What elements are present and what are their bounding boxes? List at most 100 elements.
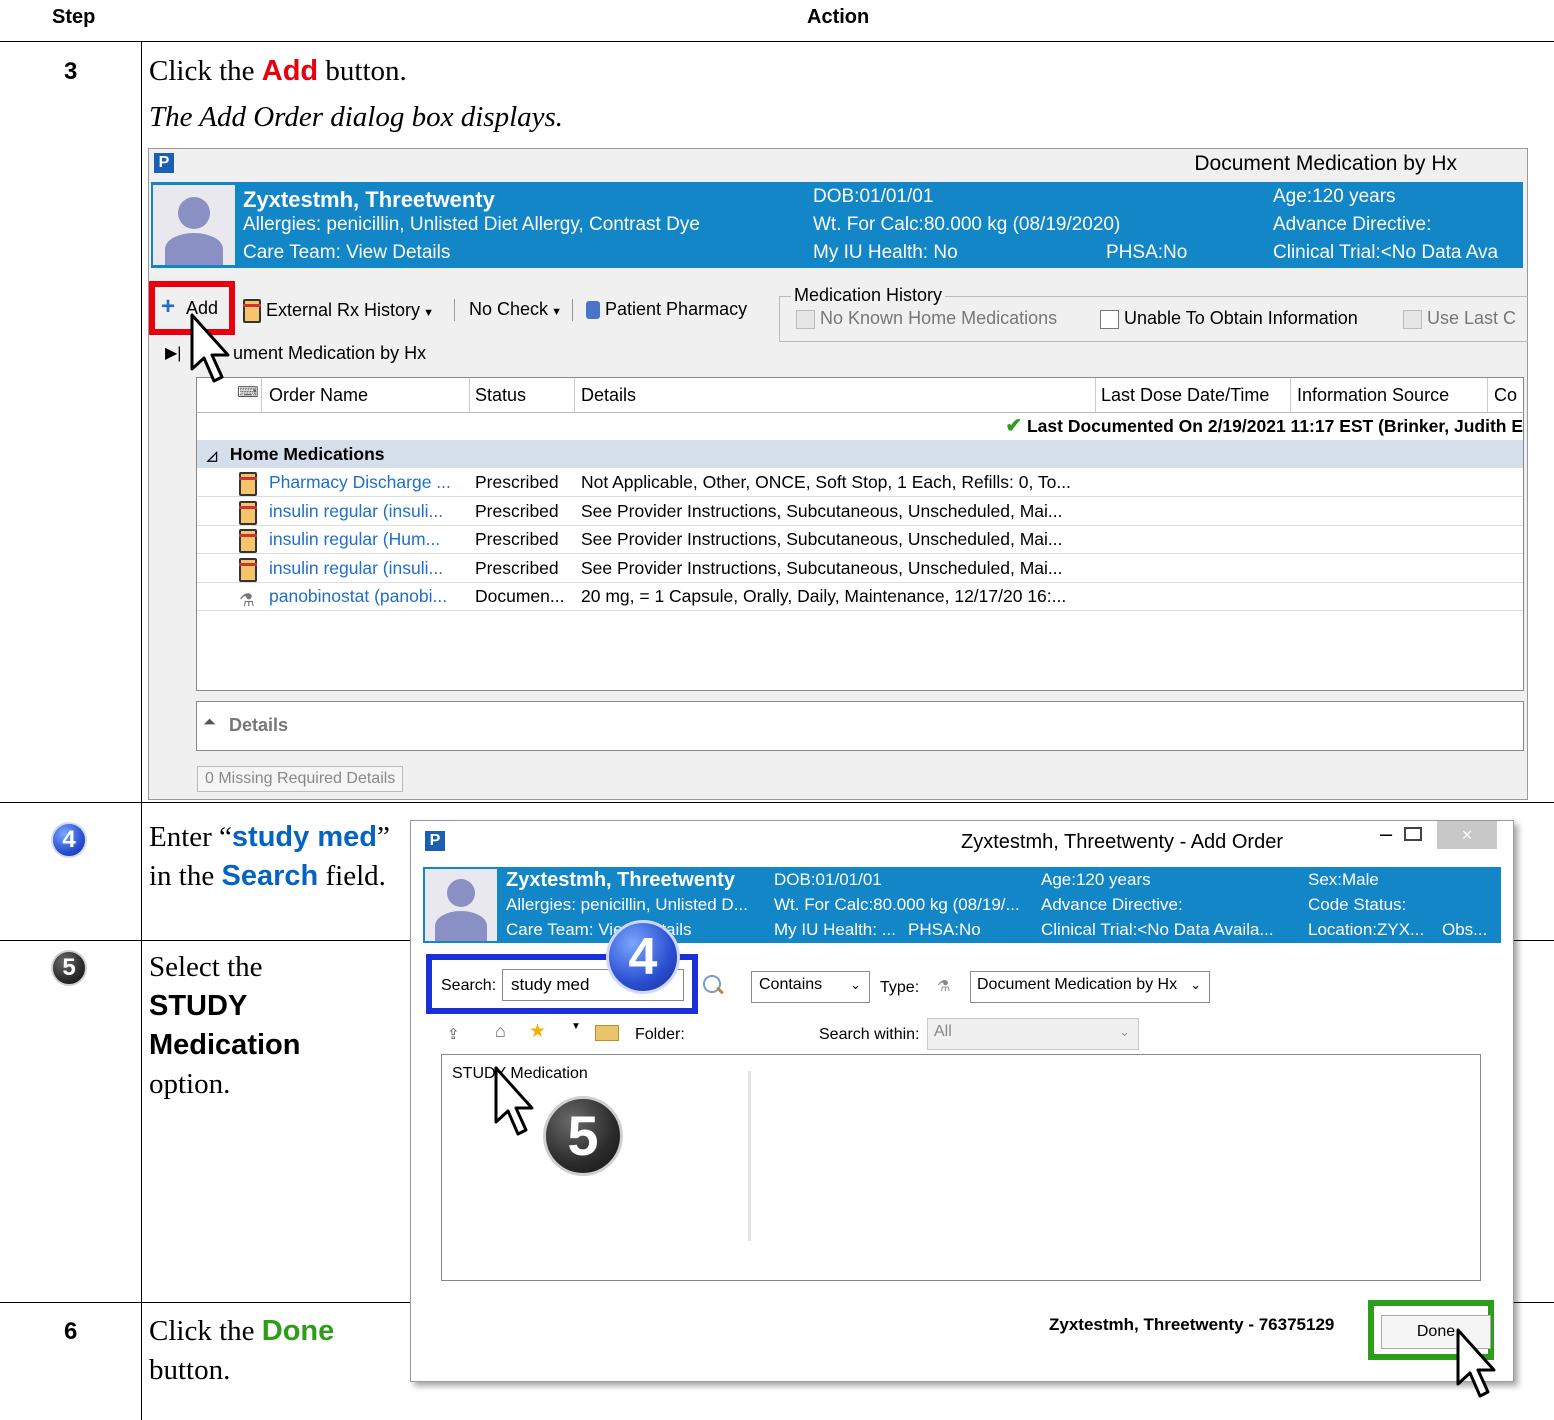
chevron-down-icon[interactable]: ▼ — [571, 1021, 581, 1032]
step-6-instruction: Click the Done button. — [149, 1312, 389, 1390]
patient-age: Age:120 years — [1041, 870, 1151, 889]
app-logo-icon: P — [154, 153, 174, 173]
patient-pharmacy-button[interactable]: Patient Pharmacy — [586, 299, 747, 320]
patient-allergies: Allergies: penicillin, Unlisted Diet All… — [243, 214, 700, 235]
medication-details: Not Applicable, Other, ONCE, Soft Stop, … — [581, 472, 1071, 492]
patient-sex: Sex:Male — [1308, 870, 1379, 889]
close-icon: × — [1461, 825, 1473, 845]
window-title: Document Medication by Hx — [1194, 152, 1457, 175]
medication-name[interactable]: panobinostat (panobi... — [269, 582, 447, 610]
checkbox-icon — [1403, 309, 1422, 329]
medication-status: Prescribed — [475, 472, 559, 492]
search-within-dropdown[interactable]: All ⌄ — [927, 1018, 1139, 1050]
minimize-button[interactable]: – — [1373, 823, 1399, 849]
pane-splitter[interactable] — [748, 1071, 751, 1241]
text: Select the — [149, 951, 263, 983]
text: field. — [318, 860, 386, 892]
patient-name: Zyxtestmh, Threetwenty — [506, 869, 735, 891]
prescription-icon — [239, 472, 257, 496]
patient-pharmacy-label: Patient Pharmacy — [605, 299, 748, 319]
medication-name[interactable]: insulin regular (Hum... — [269, 525, 440, 553]
screenshot-document-medication: P Document Medication by Hx Zyxtestmh, T… — [148, 148, 1528, 800]
patient-advance-directive: Advance Directive: — [1273, 214, 1432, 235]
table-rule — [0, 940, 410, 941]
no-check-button[interactable]: No Check ▼ — [469, 299, 562, 320]
patient-care-team[interactable]: Care Team: View Details — [243, 242, 450, 264]
no-known-home-meds-checkbox[interactable]: No Known Home Medications — [796, 308, 1057, 329]
medication-name[interactable]: insulin regular (insuli... — [269, 497, 443, 525]
use-last-label: Use Last C — [1427, 308, 1517, 328]
contains-value: Contains — [759, 976, 823, 993]
folder-icon[interactable] — [595, 1025, 619, 1041]
patient-clinical-trial: Clinical Trial:<No Data Ava — [1273, 242, 1499, 263]
table-row[interactable]: insulin regular (Hum... Prescribed See Pro… — [197, 525, 1523, 554]
collapse-triangle-icon: ◿ — [207, 448, 217, 463]
column-last-dose[interactable]: Last Dose Date/Time — [1101, 385, 1269, 406]
column-status[interactable]: Status — [475, 385, 526, 406]
step-5-badge: 5 — [51, 950, 87, 986]
contains-dropdown[interactable]: Contains ⌄ — [751, 971, 870, 1003]
folder-up-icon[interactable]: ⇪ — [447, 1025, 460, 1043]
grid-header: ⌨ Order Name Status Details Last Dose Da… — [197, 378, 1523, 413]
details-pane[interactable]: ⏶ Details — [196, 701, 1524, 751]
use-last-checkbox[interactable]: Use Last C — [1403, 308, 1516, 329]
type-label: Type: — [880, 979, 920, 996]
patient-location: Location:ZYX... — [1308, 920, 1425, 939]
column-order-name[interactable]: Order Name — [269, 385, 368, 406]
medication-name[interactable]: insulin regular (insuli... — [269, 554, 443, 582]
group-label: Home Medications — [229, 444, 385, 464]
checkmark-icon: ✔ — [1005, 415, 1023, 437]
maximize-button[interactable] — [1404, 827, 1422, 841]
table-row[interactable]: insulin regular (insuli... Prescribed See … — [197, 497, 1523, 526]
group-home-medications[interactable]: ◿ Home Medications — [197, 440, 1523, 468]
favorites-star-icon[interactable]: ★ — [529, 1020, 546, 1043]
close-button[interactable]: × — [1437, 821, 1497, 849]
header-step: Step — [52, 6, 96, 28]
unable-label: Unable To Obtain Information — [1124, 308, 1358, 328]
prescription-icon — [243, 299, 261, 323]
chevron-down-icon: ⌄ — [850, 977, 861, 992]
last-documented-text: Last Documented On 2/19/2021 11:17 EST (… — [1026, 416, 1523, 436]
medication-status: Documen... — [475, 586, 565, 606]
step-5-instruction: Select the STUDY Medication option. — [149, 948, 349, 1104]
home-icon[interactable]: ⌂ — [495, 1021, 506, 1042]
column-information-source[interactable]: Information Source — [1297, 385, 1449, 406]
medication-history-title: Medication History — [791, 285, 946, 306]
patient-weight: Wt. For Calc:80.000 kg (08/19/2020) — [813, 214, 1121, 235]
section-title: ument Medication by Hx — [233, 343, 427, 363]
step-number: 3 — [64, 58, 78, 85]
external-rx-label: External Rx History — [266, 299, 421, 320]
toolbar-separator — [454, 299, 455, 321]
unable-to-obtain-checkbox[interactable]: Unable To Obtain Information — [1100, 308, 1358, 329]
callout-step-4: 4 — [606, 920, 680, 994]
column-details[interactable]: Details — [581, 385, 636, 406]
medication-name[interactable]: Pharmacy Discharge ... — [269, 468, 451, 496]
step-4-instruction: Enter “study med” in the Search field. — [149, 818, 394, 896]
text: option. — [149, 1068, 231, 1100]
patient-avatar — [425, 869, 497, 941]
type-value: Document Medication by Hx — [977, 976, 1178, 993]
type-dropdown[interactable]: Document Medication by Hx ⌄ — [970, 971, 1210, 1003]
prescription-icon — [239, 557, 257, 582]
mouse-pointer-icon — [1456, 1328, 1496, 1398]
patient-my-iu-health: My IU Health: ... — [774, 920, 896, 939]
patient-allergies: Allergies: penicillin, Unlisted D... — [506, 895, 748, 914]
plus-icon: + — [161, 293, 176, 320]
search-within-label: Search within: — [819, 1026, 920, 1043]
toolbar-separator — [572, 299, 573, 321]
table-row[interactable]: ⚗ panobinostat (panobi... Documen... 20 mg,… — [197, 582, 1523, 611]
patient-avatar — [153, 185, 235, 265]
expand-arrow-icon[interactable]: ▶| — [165, 343, 181, 363]
checkbox-icon — [1100, 309, 1119, 329]
patient-my-iu-health: My IU Health: No — [813, 242, 958, 263]
mouse-pointer-icon — [494, 1066, 534, 1136]
search-value: study med — [511, 975, 590, 994]
table-row[interactable]: Pharmacy Discharge ... Prescribed Not Appl… — [197, 468, 1523, 497]
order-type-icon: ⌨ — [237, 384, 259, 401]
table-row[interactable]: insulin regular (insuli... Prescribed See … — [197, 554, 1523, 583]
patient-weight: Wt. For Calc:80.000 kg (08/19/... — [774, 895, 1020, 914]
external-rx-history-button[interactable]: External Rx History ▼ — [243, 299, 434, 323]
chevron-down-icon: ▼ — [548, 306, 562, 318]
column-comments[interactable]: Co — [1494, 385, 1517, 406]
dialog-title: Zyxtestmh, Threetwenty - Add Order — [961, 831, 1283, 853]
